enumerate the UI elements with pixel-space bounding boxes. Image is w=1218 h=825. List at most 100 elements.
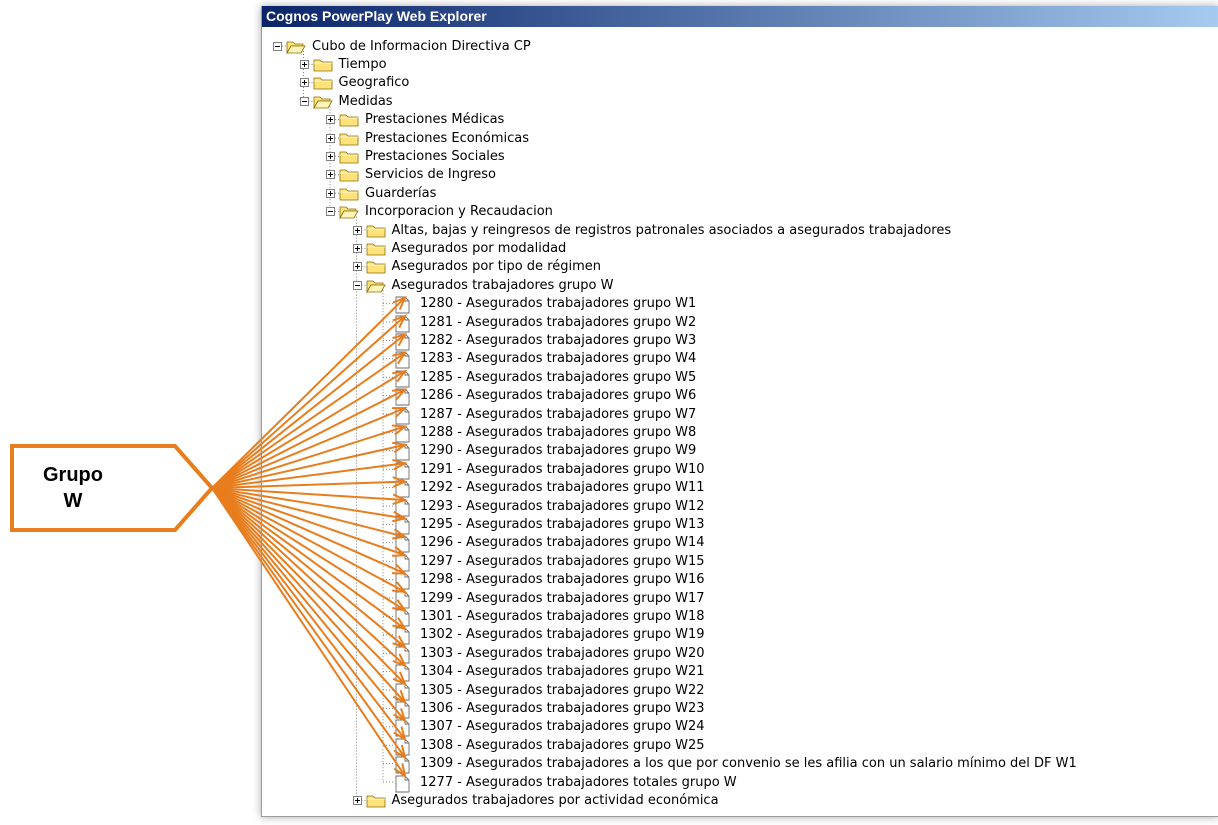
tree-item-label: 1306 - Asegurados trabajadores grupo W23 [420,700,705,716]
tree-leaf-item[interactable]: 1307 - Asegurados trabajadores grupo W24 [379,718,705,737]
tree-leaf-item[interactable]: 1283 - Asegurados trabajadores grupo W4 [379,350,696,369]
tree-folder-item[interactable]: Geografico [299,74,409,92]
tree-item-label: Cubo de Informacion Directiva CP [312,38,531,54]
tree-item-label: 1296 - Asegurados trabajadores grupo W14 [420,535,705,551]
tree-leaf-item[interactable]: 1290 - Asegurados trabajadores grupo W9 [379,442,697,461]
document-icon [392,646,412,664]
document-icon [392,756,412,774]
tree-leaf-item[interactable]: 1298 - Asegurados trabajadores grupo W16 [379,571,705,590]
tree-leaf-item[interactable]: 1299 - Asegurados trabajadores grupo W17 [379,589,705,608]
tree-item-label: 1292 - Asegurados trabajadores grupo W11 [420,480,705,496]
dimension-tree: Cubo de Informacion Directiva CP Tiempo Ge… [262,27,1218,816]
folder-icon [366,793,386,808]
folder-icon [313,57,333,72]
expand-toggle-icon[interactable] [299,78,309,88]
folder-icon [339,112,359,127]
tree-item-label: 1291 - Asegurados trabajadores grupo W10 [420,461,705,477]
tree-leaf-item[interactable]: 1301 - Asegurados trabajadores grupo W18 [379,607,705,627]
collapse-toggle-icon[interactable] [352,280,362,290]
tree-leaf-item[interactable]: 1309 - Asegurados trabajadores a los que… [379,755,1077,774]
tree-item-label: 1290 - Asegurados trabajadores grupo W9 [420,443,697,459]
tree-leaf-item[interactable]: 1303 - Asegurados trabajadores grupo W20 [379,644,705,664]
tree-leaf-item[interactable]: 1287 - Asegurados trabajadores grupo W7 [379,405,696,424]
tree-item-label: Prestaciones Sociales [365,148,505,164]
tree-item-label: Prestaciones Económicas [365,130,530,146]
expand-toggle-icon[interactable] [352,795,362,805]
document-icon [392,683,412,700]
collapse-toggle-icon[interactable] [273,41,282,51]
tree-leaf-item[interactable]: 1280 - Asegurados trabajadores grupo W1 [379,295,696,314]
expand-toggle-icon[interactable] [326,188,335,198]
document-icon [392,554,412,572]
tree-item-label: Asegurados por tipo de régimen [391,259,602,275]
tree-leaf-item[interactable]: 1282 - Asegurados trabajadores grupo W3 [379,331,697,351]
tree-folder-item[interactable]: Prestaciones Sociales [326,147,505,165]
expand-toggle-icon[interactable] [326,115,335,125]
tree-leaf-item[interactable]: 1286 - Asegurados trabajadores grupo W6 [379,387,696,406]
tree-folder-item[interactable]: Incorporacion y Recaudacion [326,203,553,221]
document-icon [392,315,412,332]
tree-folder-item[interactable]: Asegurados trabajadores por actividad ec… [352,791,719,809]
tree-folder-item[interactable]: Cubo de Informacion Directiva CP [273,37,531,55]
tree-leaf-item[interactable]: 1306 - Asegurados trabajadores grupo W23 [379,699,705,719]
tree-leaf-item[interactable]: 1293 - Asegurados trabajadores grupo W12 [379,497,705,516]
tree-leaf-item[interactable]: 1297 - Asegurados trabajadores grupo W15 [379,552,705,572]
tree-folder-item[interactable]: Medidas [299,92,393,110]
tree-folder-item[interactable]: Servicios de Ingreso [326,166,496,184]
tree-leaf-item[interactable]: 1281 - Asegurados trabajadores grupo W2 [379,313,696,332]
expand-toggle-icon[interactable] [326,151,335,161]
tree-leaf-item[interactable]: 1277 - Asegurados trabajadores totales g… [379,773,737,792]
expand-toggle-icon[interactable] [326,133,335,143]
tree-leaf-item[interactable]: 1292 - Asegurados trabajadores grupo W11 [379,479,705,498]
collapse-toggle-icon[interactable] [326,207,335,217]
tree-folder-item[interactable]: Guarderías [326,184,436,202]
tree-folder-item[interactable]: Asegurados por tipo de régimen [352,258,602,276]
folder-icon [339,186,359,201]
tree-leaf-item[interactable]: 1304 - Asegurados trabajadores grupo W21 [379,663,705,682]
tree-item-label: 1301 - Asegurados trabajadores grupo W18 [420,608,705,624]
tree-item-label: 1288 - Asegurados trabajadores grupo W8 [420,424,697,440]
tree-folder-item[interactable]: Prestaciones Médicas [326,111,504,129]
document-icon [392,388,412,406]
tree-item-label: 1307 - Asegurados trabajadores grupo W24 [420,719,705,735]
document-icon [392,296,412,314]
tree-item-label: Guarderías [365,185,437,201]
callout-label-line2: W [63,490,83,512]
tree-folder-item[interactable]: Asegurados por modalidad [352,239,567,257]
expand-toggle-icon[interactable] [299,59,309,69]
tree-folder-item[interactable]: Asegurados trabajadores grupo W [352,276,614,294]
tree-leaf-item[interactable]: 1305 - Asegurados trabajadores grupo W22 [379,681,705,700]
expand-toggle-icon[interactable] [352,262,362,272]
collapse-toggle-icon[interactable] [299,96,309,106]
tree-item-label: 1295 - Asegurados trabajadores grupo W13 [420,516,705,532]
tree-item-label: 1302 - Asegurados trabajadores grupo W19 [420,627,705,643]
expand-toggle-icon[interactable] [326,170,335,180]
callout-label-line1: Grupo [43,464,103,486]
tree-folder-item[interactable]: Tiempo [299,55,387,73]
expand-toggle-icon[interactable] [352,243,362,253]
tree-item-label: Asegurados por modalidad [391,240,567,256]
tree-leaf-item[interactable]: 1308 - Asegurados trabajadores grupo W25 [379,736,705,756]
tree-leaf-item[interactable]: 1291 - Asegurados trabajadores grupo W10 [379,460,705,480]
tree-item-label: 1299 - Asegurados trabajadores grupo W17 [420,590,705,606]
tree-item-label: 1293 - Asegurados trabajadores grupo W12 [420,498,705,514]
tree-item-label: Incorporacion y Recaudacion [365,204,553,220]
tree-leaf-item[interactable]: 1295 - Asegurados trabajadores grupo W13 [379,515,705,535]
tree-leaf-item[interactable]: 1288 - Asegurados trabajadores grupo W8 [379,423,697,443]
tree-item-label: 1303 - Asegurados trabajadores grupo W20 [420,645,705,661]
tree-item-label: 1282 - Asegurados trabajadores grupo W3 [420,332,697,348]
tree-leaf-item[interactable]: 1285 - Asegurados trabajadores grupo W5 [379,368,696,388]
tree-folder-item[interactable]: Altas, bajas y reingresos de registros p… [352,221,951,239]
tree-item-label: Prestaciones Médicas [365,112,505,128]
tree-leaf-item[interactable]: 1302 - Asegurados trabajadores grupo W19 [379,626,705,645]
tree-item-label: Asegurados trabajadores grupo W [391,277,614,293]
tree-folder-item[interactable]: Prestaciones Económicas [326,129,529,147]
tree-leaf-item[interactable]: 1296 - Asegurados trabajadores grupo W14 [379,534,705,553]
document-icon [392,351,412,369]
document-icon [392,480,412,498]
folder-open-icon [365,278,386,294]
document-icon [392,701,412,719]
expand-toggle-icon[interactable] [352,225,362,235]
document-icon [392,499,412,516]
document-icon [392,627,412,645]
